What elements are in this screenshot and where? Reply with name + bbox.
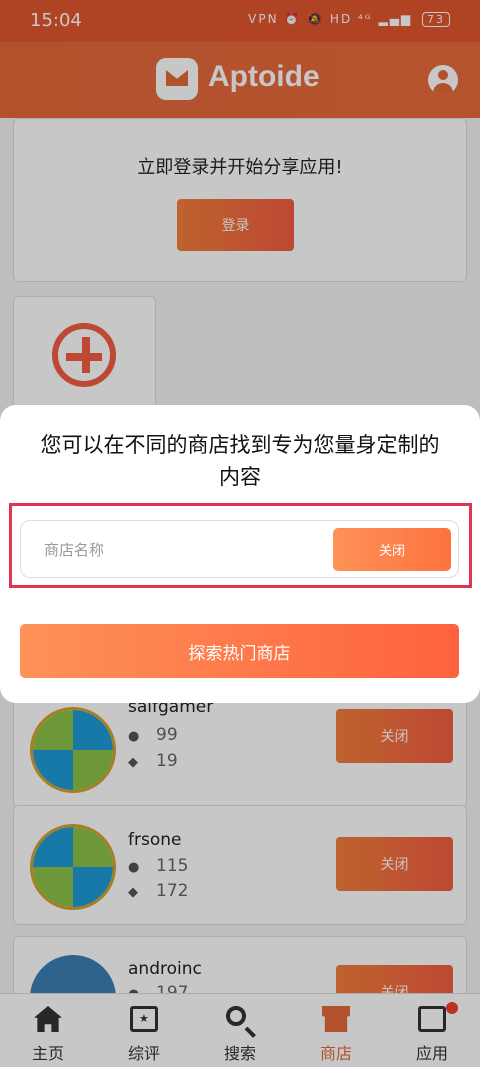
modal-overlay[interactable]: 您可以在不同的商店找到专为您量身定制的内容 关闭 探索热门商店 <box>0 0 480 1067</box>
dialog-title: 您可以在不同的商店找到专为您量身定制的内容 <box>40 433 440 489</box>
store-name-field: 关闭 <box>20 520 459 578</box>
add-store-dialog: 您可以在不同的商店找到专为您量身定制的内容 关闭 探索热门商店 <box>0 405 480 703</box>
close-button[interactable]: 关闭 <box>333 528 451 571</box>
store-name-input[interactable] <box>44 535 344 565</box>
explore-stores-button[interactable]: 探索热门商店 <box>20 624 459 678</box>
